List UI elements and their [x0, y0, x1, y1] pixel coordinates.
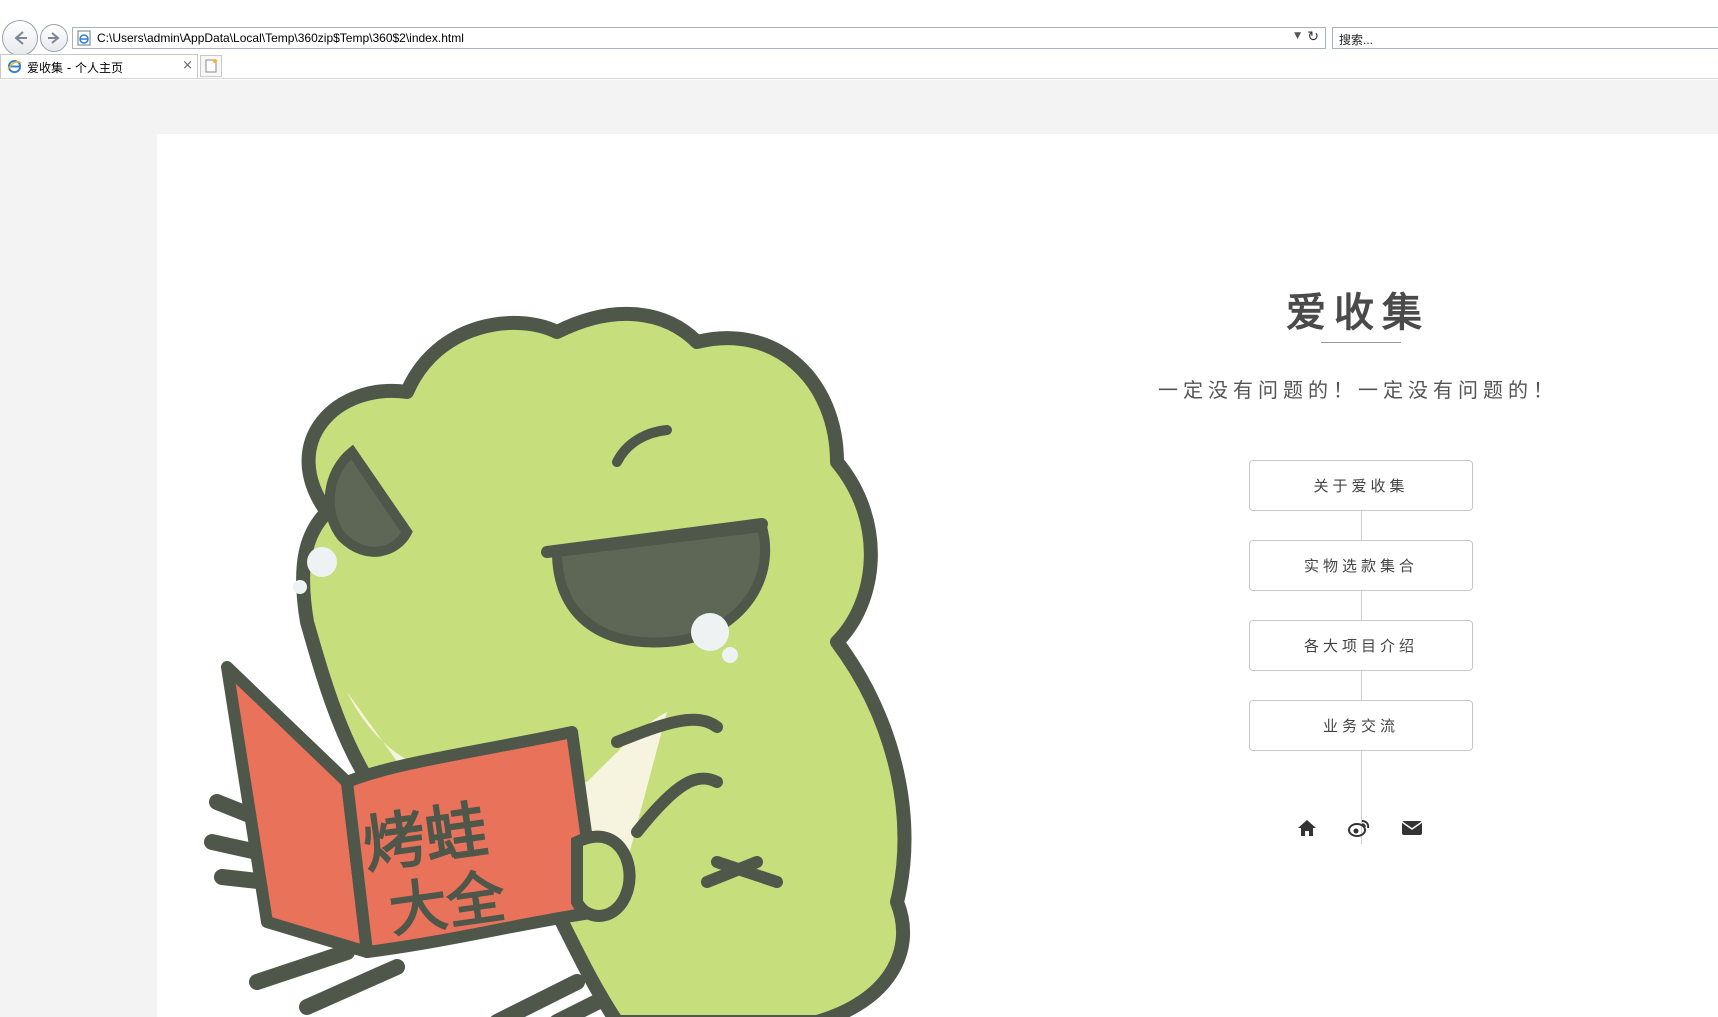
new-tab-icon — [205, 59, 217, 73]
back-button[interactable] — [2, 20, 38, 56]
arrow-right-icon — [48, 32, 60, 44]
address-bar[interactable]: C:\Users\admin\AppData\Local\Temp\360zip… — [72, 27, 1326, 49]
refresh-icon[interactable]: ↻ — [1307, 29, 1319, 45]
search-placeholder: 搜索... — [1339, 33, 1374, 47]
menu-projects-button[interactable]: 各大项目介绍 — [1249, 620, 1473, 671]
home-icon[interactable] — [1295, 816, 1319, 840]
new-tab-button[interactable] — [200, 55, 222, 77]
frog-reading-illustration: 烤蛙 大全 — [204, 306, 912, 1017]
menu-business-button[interactable]: 业务交流 — [1249, 700, 1473, 751]
site-title: 爱收集 — [1286, 290, 1430, 336]
weibo-icon[interactable] — [1347, 816, 1371, 840]
arrow-left-icon — [14, 31, 27, 45]
address-dropdown-icon[interactable]: ▼ — [1294, 31, 1301, 41]
menu-about-button[interactable]: 关于爱收集 — [1249, 460, 1473, 511]
forward-button[interactable] — [40, 24, 68, 52]
menu-products-button[interactable]: 实物选款集合 — [1249, 540, 1473, 591]
tab-close-icon[interactable]: × — [182, 58, 193, 73]
mail-icon[interactable] — [1400, 816, 1424, 840]
tab-active[interactable]: 爱收集 - 个人主页 × — [0, 54, 198, 78]
ie-page-icon — [77, 30, 91, 46]
ie-icon — [7, 59, 22, 74]
tab-bar: 爱收集 - 个人主页 × — [0, 54, 1718, 79]
page-content: 烤蛙 大全 爱收集 一定没有问题的！一定没有问题的！ 关于爱收集 实物选款集合 … — [157, 134, 1718, 1017]
address-url: C:\Users\admin\AppData\Local\Temp\360zip… — [97, 31, 464, 45]
tab-title: 爱收集 - 个人主页 — [27, 61, 123, 75]
site-slogan: 一定没有问题的！一定没有问题的！ — [1158, 378, 1558, 402]
browser-chrome: C:\Users\admin\AppData\Local\Temp\360zip… — [0, 0, 1718, 80]
search-box[interactable]: 搜索... — [1332, 27, 1718, 49]
title-underline — [1321, 342, 1401, 343]
